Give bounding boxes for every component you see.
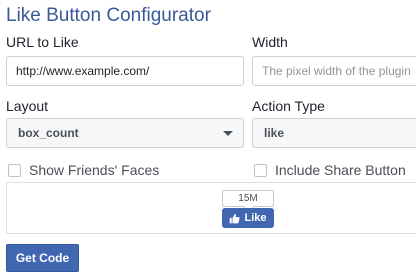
like-button-label: Like bbox=[244, 212, 267, 224]
thumbs-up-icon bbox=[230, 213, 241, 223]
show-faces-label: Show Friends' Faces bbox=[29, 162, 160, 178]
get-code-button[interactable]: Get Code bbox=[6, 244, 79, 272]
url-input[interactable] bbox=[6, 56, 244, 86]
url-field-label: URL to Like bbox=[6, 34, 79, 50]
like-button[interactable]: Like bbox=[222, 208, 274, 228]
width-input[interactable] bbox=[252, 56, 416, 86]
chevron-down-icon bbox=[223, 131, 233, 136]
like-button-configurator: Like Button Configurator URL to Like Wid… bbox=[0, 0, 416, 276]
layout-select-value: box_count bbox=[18, 126, 79, 140]
show-faces-option[interactable]: Show Friends' Faces bbox=[8, 161, 159, 179]
share-button-option[interactable]: Include Share Button bbox=[254, 161, 406, 179]
width-field-label: Width bbox=[252, 34, 288, 50]
like-button-preview bbox=[6, 182, 416, 234]
page-title: Like Button Configurator bbox=[6, 5, 211, 26]
action-type-field-label: Action Type bbox=[252, 98, 325, 114]
layout-field-label: Layout bbox=[6, 98, 49, 114]
layout-select[interactable]: box_count bbox=[6, 118, 244, 148]
show-faces-checkbox[interactable] bbox=[8, 163, 21, 177]
like-count-bubble: 15M bbox=[222, 190, 274, 207]
share-button-checkbox[interactable] bbox=[254, 163, 267, 177]
share-button-label: Include Share Button bbox=[275, 162, 406, 178]
action-type-select[interactable]: like bbox=[252, 118, 416, 148]
action-type-select-value: like bbox=[264, 126, 285, 140]
